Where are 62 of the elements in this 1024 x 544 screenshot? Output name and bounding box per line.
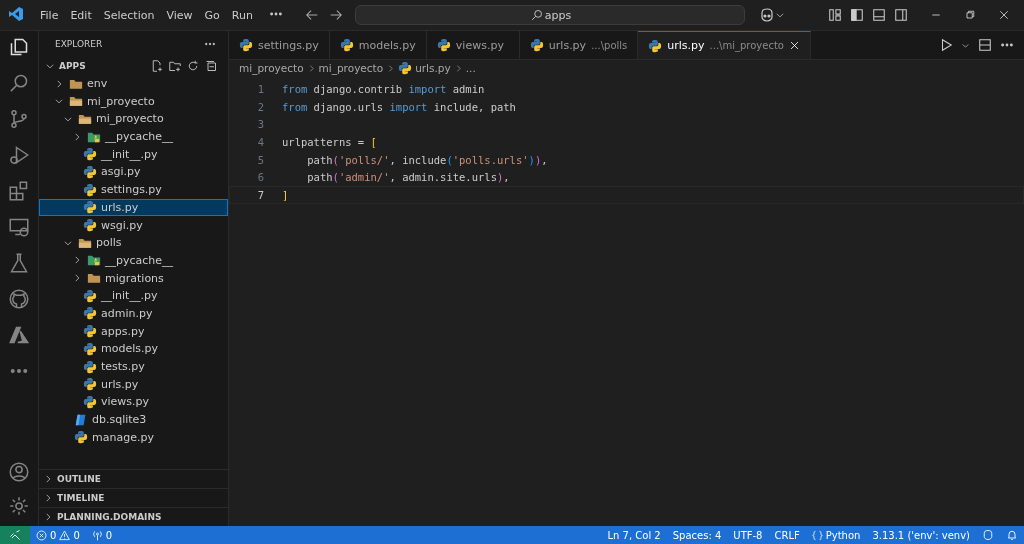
status-item[interactable]: Ln 7, Col 2 bbox=[601, 529, 667, 541]
menu-item[interactable]: File bbox=[34, 5, 65, 25]
code-line: from django.urls import include, path bbox=[282, 100, 516, 113]
tree-item[interactable]: __init__.py bbox=[39, 145, 228, 164]
line-number: 5 bbox=[256, 153, 265, 166]
status-item[interactable]: UTF-8 bbox=[727, 529, 769, 541]
tree-item[interactable]: wsgi.py bbox=[39, 216, 228, 234]
editor-tab[interactable]: models.py bbox=[329, 31, 427, 59]
tree-item[interactable]: migrations bbox=[39, 269, 228, 287]
tree-item[interactable]: __init__.py bbox=[39, 286, 228, 305]
problems-button[interactable]: 0 0 bbox=[30, 529, 86, 541]
menu-item[interactable]: Selection bbox=[97, 5, 161, 25]
tree-item[interactable]: mi_proyecto bbox=[39, 110, 228, 128]
line-number: 7 bbox=[256, 188, 265, 201]
status-item[interactable]: CRLF bbox=[768, 529, 806, 541]
line-number: 4 bbox=[256, 135, 265, 148]
line-number: 2 bbox=[256, 100, 265, 113]
tree-item[interactable]: tests.py bbox=[39, 357, 228, 376]
tree-item[interactable]: env bbox=[39, 74, 228, 93]
editor-tab[interactable]: urls.py ...\mi_proyecto bbox=[638, 31, 811, 59]
line-number: 6 bbox=[256, 171, 265, 184]
sidebar-title: EXPLORER bbox=[55, 39, 103, 49]
code-line: path('polls/', include('polls.urls')), bbox=[306, 153, 548, 166]
breadcrumb-item[interactable]: mi_proyecto bbox=[318, 62, 384, 74]
section-header[interactable]: OUTLINE bbox=[57, 474, 101, 484]
code-line: ] bbox=[282, 188, 289, 201]
editor-tab[interactable]: views.py bbox=[426, 31, 520, 59]
tree-item[interactable]: __pycache__ bbox=[39, 251, 228, 270]
line-number: 1 bbox=[256, 82, 265, 95]
tree-item[interactable]: asgi.py bbox=[39, 163, 228, 181]
tree-item[interactable]: settings.py bbox=[39, 180, 228, 199]
tree-item[interactable]: db.sqlite3 bbox=[39, 410, 228, 429]
workspace-title[interactable]: APPS bbox=[59, 60, 86, 71]
tree-item[interactable]: mi_proyecto bbox=[39, 92, 228, 111]
ports-button[interactable]: 0 bbox=[85, 529, 119, 541]
editor-tab[interactable]: settings.py bbox=[229, 31, 330, 59]
tree-item[interactable]: urls.py bbox=[39, 375, 228, 394]
search-field[interactable]: apps bbox=[354, 5, 745, 25]
status-item[interactable]: 3.13.1 ('env': venv) bbox=[866, 529, 976, 541]
section-header[interactable]: PLANNING.DOMAINS bbox=[57, 512, 162, 522]
breadcrumb-item[interactable]: ... bbox=[465, 62, 476, 74]
status-item[interactable]: Python bbox=[805, 529, 867, 541]
section-header[interactable]: TIMELINE bbox=[57, 493, 105, 503]
menu-item[interactable]: Run bbox=[225, 5, 259, 25]
tree-item[interactable]: views.py bbox=[39, 393, 228, 411]
tree-item[interactable]: manage.py bbox=[39, 428, 228, 447]
tree-item[interactable]: polls bbox=[39, 233, 228, 252]
code-line: from django.contrib import admin bbox=[282, 82, 485, 95]
tree-item[interactable]: admin.py bbox=[39, 304, 228, 323]
tree-item[interactable]: __pycache__ bbox=[39, 127, 228, 146]
code-line: path('admin/', admin.site.urls), bbox=[306, 171, 510, 184]
breadcrumb-item[interactable]: mi_proyecto bbox=[239, 62, 304, 74]
menu-item[interactable]: View bbox=[160, 5, 199, 25]
tree-item[interactable]: models.py bbox=[39, 340, 228, 358]
tree-item[interactable]: urls.py bbox=[39, 198, 228, 217]
menu-item[interactable]: Edit bbox=[64, 5, 98, 25]
code-line: urlpatterns = [ bbox=[282, 135, 377, 148]
status-item[interactable]: Spaces: 4 bbox=[666, 529, 728, 541]
breadcrumb-item[interactable]: urls.py bbox=[415, 62, 451, 74]
line-number: 3 bbox=[256, 118, 265, 131]
menu-item[interactable]: Go bbox=[198, 5, 226, 25]
tree-item[interactable]: apps.py bbox=[39, 322, 228, 340]
